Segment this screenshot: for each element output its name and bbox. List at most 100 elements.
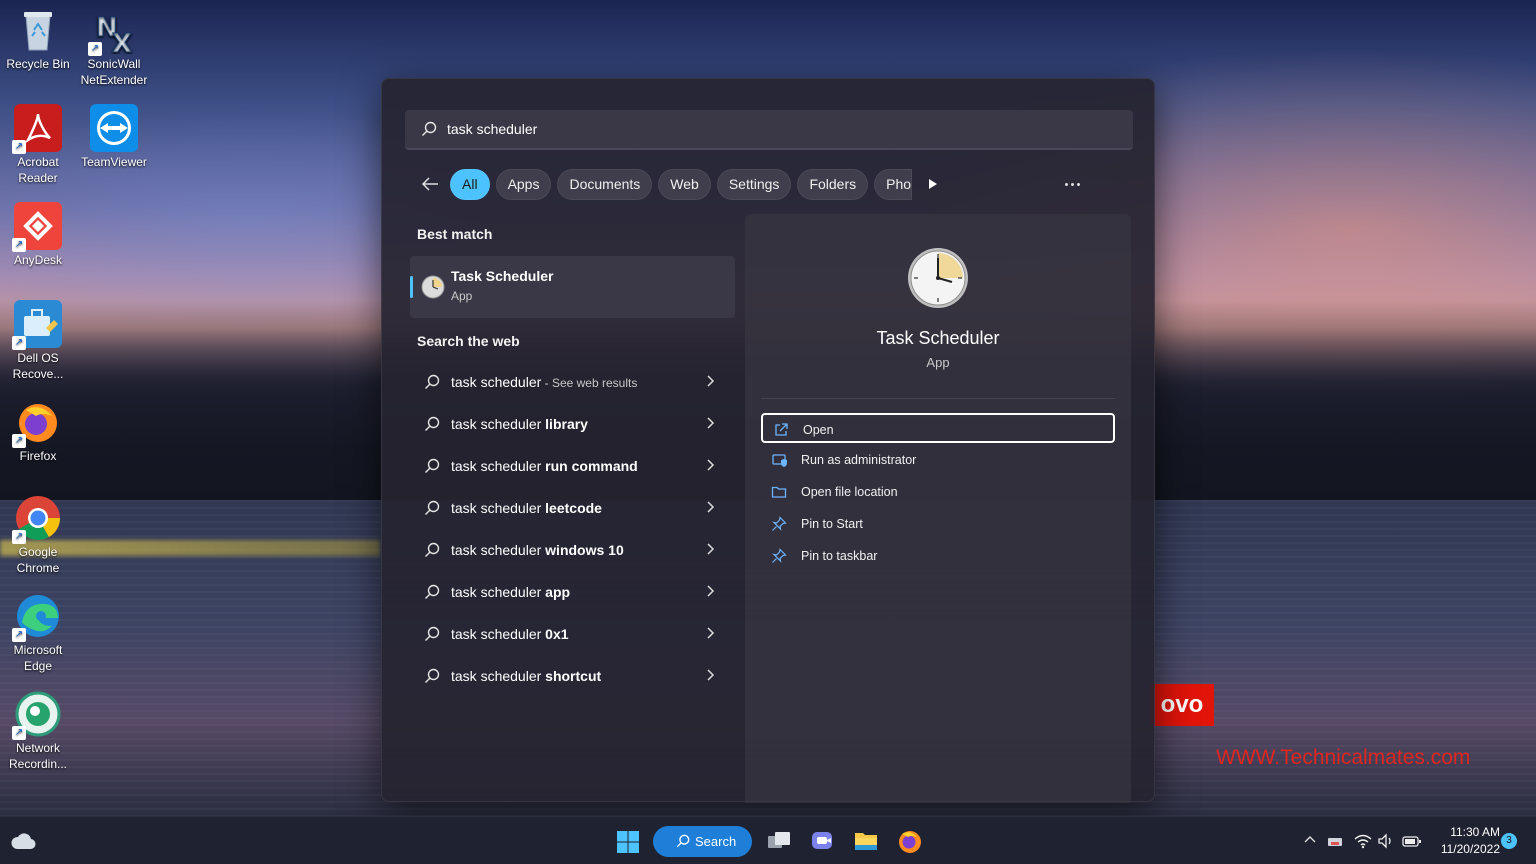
search-box[interactable] [405,110,1133,150]
filter-chip-documents[interactable]: Documents [557,168,653,200]
web-result-query: task scheduler [451,374,542,390]
taskbar-search-button[interactable]: Search [653,826,752,857]
back-button[interactable] [416,170,444,198]
filter-chip-settings[interactable]: Settings [716,168,792,200]
desktop-icon-edge[interactable]: ↗ Microsoft Edge [0,592,76,674]
web-result-suggestion: leetcode [545,500,602,516]
notification-badge[interactable]: 3 [1501,833,1517,849]
scroll-filters-button[interactable] [922,178,944,190]
chevron-right-icon [707,543,715,555]
search-icon [425,458,440,473]
desktop-icon-dell-recovery[interactable]: ↗ Dell OS Recove... [0,300,76,382]
file-explorer-icon[interactable] [853,828,879,854]
web-result-item[interactable]: task scheduler - See web results [410,361,735,403]
desktop-icon-anydesk[interactable]: ↗ AnyDesk [0,202,76,268]
open-action-label: Open [803,423,834,437]
web-result-text: task scheduler windows 10 [451,542,624,558]
pin-to-taskbar-action[interactable]: Pin to taskbar [761,541,1115,571]
more-options-button[interactable] [1058,175,1086,193]
search-icon [425,500,440,515]
recycle-bin-icon [14,6,62,54]
desktop-icon-firefox[interactable]: ↗ Firefox [0,398,76,464]
chevron-up-icon[interactable] [1303,833,1317,847]
app-detail-pane: Task Scheduler App Open Run as administr… [745,214,1131,803]
web-result-item[interactable]: task scheduler leetcode [410,487,735,529]
firefox-icon: ↗ [12,398,62,448]
desktop-icon-network-recording[interactable]: ↗ Network Recordin... [0,690,76,772]
dell-recovery-icon: ↗ [12,300,62,350]
search-icon [425,668,440,683]
windows-start-icon[interactable] [616,830,640,854]
web-result-text: task scheduler 0x1 [451,626,569,642]
task-view-icon[interactable] [766,828,792,854]
filter-chip-folders[interactable]: Folders [797,168,869,200]
best-match-name: Task Scheduler [451,268,554,284]
battery-icon[interactable] [1402,833,1422,849]
filter-chip-apps[interactable]: Apps [495,168,552,200]
shield-admin-icon [772,454,787,467]
edge-icon: ↗ [12,592,62,642]
desktop-icon-chrome[interactable]: ↗ Google Chrome [0,494,76,576]
task-scheduler-icon [421,275,445,299]
desktop-icon-sonicwall[interactable]: NX ↗ SonicWall NetExtender [76,6,152,88]
pin-icon [772,516,787,531]
shortcut-arrow-icon: ↗ [12,726,26,740]
web-result-suggestion: windows 10 [545,542,624,558]
dot-icon [1070,182,1074,186]
detail-app-type: App [926,355,950,370]
wifi-icon[interactable] [1354,833,1372,849]
web-result-item[interactable]: task scheduler shortcut [410,655,735,697]
volume-icon[interactable] [1377,833,1395,849]
acrobat-icon: ↗ [12,104,62,154]
filter-chip-web[interactable]: Web [658,168,711,200]
run-as-admin-label: Run as administrator [801,453,917,467]
shortcut-arrow-icon: ↗ [12,238,26,252]
search-input[interactable] [447,110,1107,148]
taskbar: Search 11:30 AM 11/20/2022 3 [0,816,1536,864]
folder-icon [771,486,787,498]
dot-icon [1076,182,1080,186]
chevron-right-icon [707,375,715,387]
web-result-item[interactable]: task scheduler app [410,571,735,613]
teamviewer-icon [90,104,138,152]
vpn-tray-icon[interactable] [1326,833,1344,849]
brand-badge: ovo [1150,684,1214,726]
pin-to-taskbar-label: Pin to taskbar [801,549,878,563]
filter-chip-photos[interactable]: Pho [874,168,913,200]
best-match-item[interactable]: Task Scheduler App [410,256,735,318]
run-as-admin-action[interactable]: Run as administrator [761,445,1115,475]
network-recording-icon: ↗ [12,690,62,740]
web-result-item[interactable]: task scheduler run command [410,445,735,487]
web-results-list: task scheduler - See web results task sc… [410,361,735,697]
web-result-query: task scheduler [451,584,546,600]
taskbar-time[interactable]: 11:30 AM [1436,825,1500,839]
teams-chat-icon[interactable] [809,828,835,854]
chevron-right-icon [707,669,715,681]
desktop-icon-label: TeamViewer [81,155,147,169]
firefox-taskbar-icon[interactable] [897,828,923,854]
pin-to-start-action[interactable]: Pin to Start [761,509,1115,539]
detail-divider [761,398,1115,399]
desktop-icon-teamviewer[interactable]: TeamViewer [76,104,152,170]
desktop-icon-recycle-bin[interactable]: Recycle Bin [0,6,76,72]
shortcut-arrow-icon: ↗ [12,434,26,448]
desktop-icon-acrobat[interactable]: ↗ Acrobat Reader [0,104,76,186]
open-action[interactable]: Open [761,413,1115,443]
search-icon [425,626,440,641]
pin-icon [772,548,787,563]
open-file-location-action[interactable]: Open file location [761,477,1115,507]
search-filter-bar: All Apps Documents Web Settings Folders … [416,167,944,201]
web-result-item[interactable]: task scheduler library [410,403,735,445]
web-result-query: task scheduler [451,416,546,432]
web-result-suggestion: run command [545,458,638,474]
selection-indicator [410,276,413,298]
filter-chip-all[interactable]: All [450,168,490,200]
weather-icon[interactable] [10,829,36,853]
search-icon [425,416,440,431]
anydesk-icon: ↗ [12,202,62,252]
web-result-item[interactable]: task scheduler 0x1 [410,613,735,655]
taskbar-date[interactable]: 11/20/2022 [1430,842,1500,856]
search-icon [425,374,440,389]
web-result-item[interactable]: task scheduler windows 10 [410,529,735,571]
dot-icon [1064,182,1068,186]
